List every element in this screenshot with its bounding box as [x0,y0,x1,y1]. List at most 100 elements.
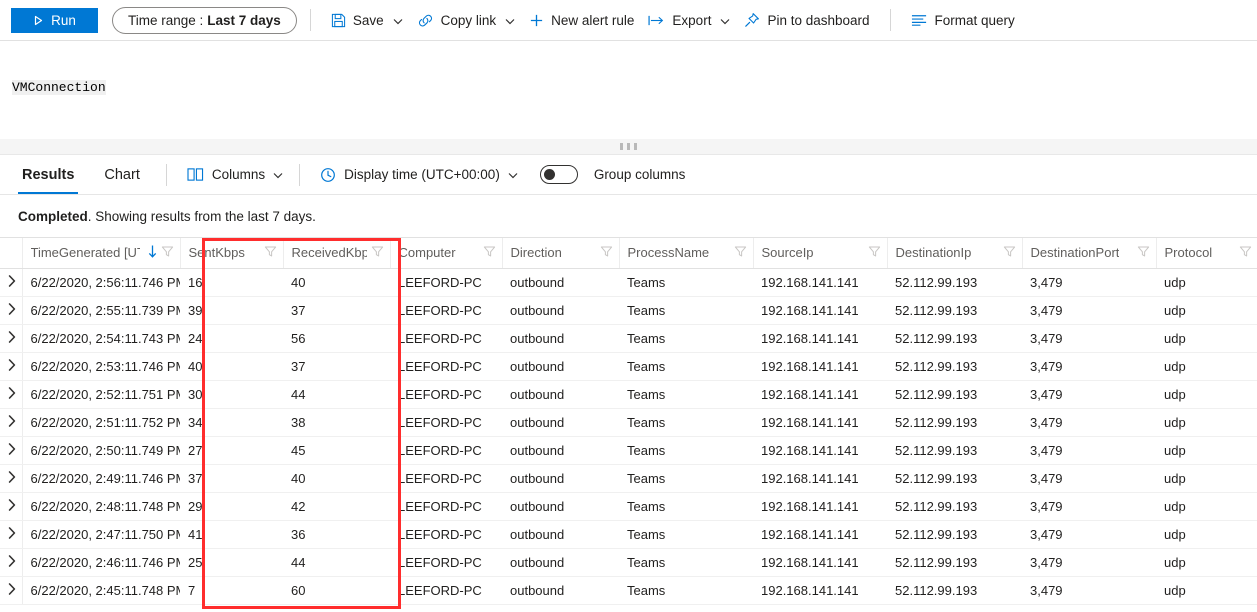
cell-dest-port: 3,479 [1022,380,1156,409]
cell-dest-port: 3,479 [1022,352,1156,381]
table-row[interactable]: 6/22/2020, 2:50:11.749 PM 27 45 LEEFORD-PC o… [0,436,1257,465]
row-expand-button[interactable] [0,296,23,325]
cell-received: 44 [283,548,390,577]
editor-resize-handle[interactable] [0,139,1257,155]
sort-descending-icon[interactable] [148,245,157,261]
column-header-processname[interactable]: ProcessName [619,238,754,269]
cell-protocol: udp [1156,520,1257,549]
cell-protocol: udp [1156,380,1257,409]
row-expand-button[interactable] [0,380,23,409]
time-range-label: Time range : [128,12,204,28]
cell-time: 6/22/2020, 2:52:11.751 PM [22,380,180,409]
pin-icon [744,12,760,28]
table-row[interactable]: 6/22/2020, 2:53:11.746 PM 40 37 LEEFORD-PC o… [0,352,1257,381]
table-row[interactable]: 6/22/2020, 2:52:11.751 PM 30 44 LEEFORD-PC o… [0,380,1257,409]
columns-icon [187,167,204,182]
row-expand-button[interactable] [0,324,23,353]
column-header-sentkbps[interactable]: SentKbps [180,238,284,269]
query-editor[interactable]: VMConnection | where ProcessName contain… [0,41,1257,139]
filter-icon[interactable] [868,245,881,261]
row-expand-button[interactable] [0,436,23,465]
cell-time: 6/22/2020, 2:48:11.748 PM [22,492,180,521]
row-expand-button[interactable] [0,268,23,297]
expand-column-header [0,238,23,269]
table-row[interactable]: 6/22/2020, 2:46:11.746 PM 25 44 LEEFORD-PC o… [0,548,1257,577]
column-header-sourceip[interactable]: SourceIp [753,238,888,269]
filter-icon[interactable] [1137,245,1150,261]
clock-icon [320,167,336,183]
cell-received: 40 [283,268,390,297]
format-query-button[interactable]: Format query [904,9,1022,32]
tab-chart[interactable]: Chart [100,156,143,194]
cell-computer: LEEFORD-PC [390,520,502,549]
table-row[interactable]: 6/22/2020, 2:49:11.746 PM 37 40 LEEFORD-PC o… [0,464,1257,493]
toolbar-divider-2 [889,9,891,31]
column-header-label: TimeGenerated [UTC] [30,245,140,261]
time-range-picker[interactable]: Time range : Last 7 days [112,6,297,34]
column-header-direction[interactable]: Direction [502,238,620,269]
filter-icon[interactable] [1239,245,1252,261]
status-prefix: Completed [18,209,88,224]
chevron-right-icon [8,274,16,290]
cell-dest-port: 3,479 [1022,268,1156,297]
column-header-computer[interactable]: Computer [390,238,503,269]
row-expand-button[interactable] [0,352,23,381]
chevron-right-icon [8,358,16,374]
new-alert-rule-button[interactable]: New alert rule [522,9,641,32]
table-row[interactable]: 6/22/2020, 2:51:11.752 PM 34 38 LEEFORD-PC o… [0,408,1257,437]
plus-icon [529,13,544,28]
table-row[interactable]: 6/22/2020, 2:55:11.739 PM 39 37 LEEFORD-PC o… [0,296,1257,325]
columns-button[interactable]: Columns [181,163,289,186]
display-time-button[interactable]: Display time (UTC+00:00) [314,163,524,187]
filter-icon[interactable] [483,245,496,261]
column-header-label: SourceIp [761,245,814,261]
row-expand-button[interactable] [0,408,23,437]
filter-icon[interactable] [734,245,747,261]
cell-sent: 29 [180,492,283,521]
row-expand-button[interactable] [0,464,23,493]
cell-direction: outbound [502,352,619,381]
row-expand-button[interactable] [0,548,23,577]
group-columns-control[interactable]: Group columns [534,161,692,188]
table-row[interactable]: 6/22/2020, 2:48:11.748 PM 29 42 LEEFORD-PC o… [0,492,1257,521]
row-expand-button[interactable] [0,492,23,521]
table-row[interactable]: 6/22/2020, 2:47:11.750 PM 41 36 LEEFORD-PC o… [0,520,1257,549]
row-expand-button[interactable] [0,576,23,605]
filter-icon[interactable] [600,245,613,261]
cell-direction: outbound [502,520,619,549]
group-columns-toggle[interactable] [539,165,578,184]
cell-dest-ip: 52.112.99.193 [887,548,1022,577]
copy-link-button[interactable]: Copy link [410,9,523,32]
tab-results[interactable]: Results [18,156,79,194]
column-header-destinationport[interactable]: DestinationPort [1022,238,1157,269]
save-button[interactable]: Save [324,9,410,32]
run-button-label: Run [51,12,76,28]
cell-computer: LEEFORD-PC [390,436,502,465]
cell-computer: LEEFORD-PC [390,576,502,605]
column-header-receivedkbps[interactable]: ReceivedKbps [283,238,391,269]
column-header-destinationip[interactable]: DestinationIp [887,238,1023,269]
cell-dest-ip: 52.112.99.193 [887,436,1022,465]
chevron-right-icon [8,302,16,318]
table-row[interactable]: 6/22/2020, 2:54:11.743 PM 24 56 LEEFORD-PC o… [0,324,1257,353]
table-row[interactable]: 6/22/2020, 2:56:11.746 PM 16 40 LEEFORD-PC o… [0,268,1257,297]
filter-icon[interactable] [371,245,384,261]
column-header-protocol[interactable]: Protocol [1156,238,1257,269]
filter-icon[interactable] [161,245,174,261]
pin-to-dashboard-button[interactable]: Pin to dashboard [737,8,876,32]
cell-source-ip: 192.168.141.141 [753,268,887,297]
cell-computer: LEEFORD-PC [390,324,502,353]
row-expand-button[interactable] [0,520,23,549]
cell-time: 6/22/2020, 2:47:11.750 PM [22,520,180,549]
cell-sent: 40 [180,352,283,381]
cell-process: Teams [619,268,753,297]
table-row[interactable]: 6/22/2020, 2:45:11.748 PM 7 60 LEEFORD-PC ou… [0,576,1257,605]
cell-received: 37 [283,352,390,381]
column-header-timegenerated-utc[interactable]: TimeGenerated [UTC] [22,238,181,269]
filter-icon[interactable] [1003,245,1016,261]
run-button[interactable]: Run [11,7,98,33]
filter-icon[interactable] [264,245,277,261]
export-button[interactable]: Export [641,9,737,32]
cell-dest-port: 3,479 [1022,324,1156,353]
format-query-icon [911,13,928,27]
